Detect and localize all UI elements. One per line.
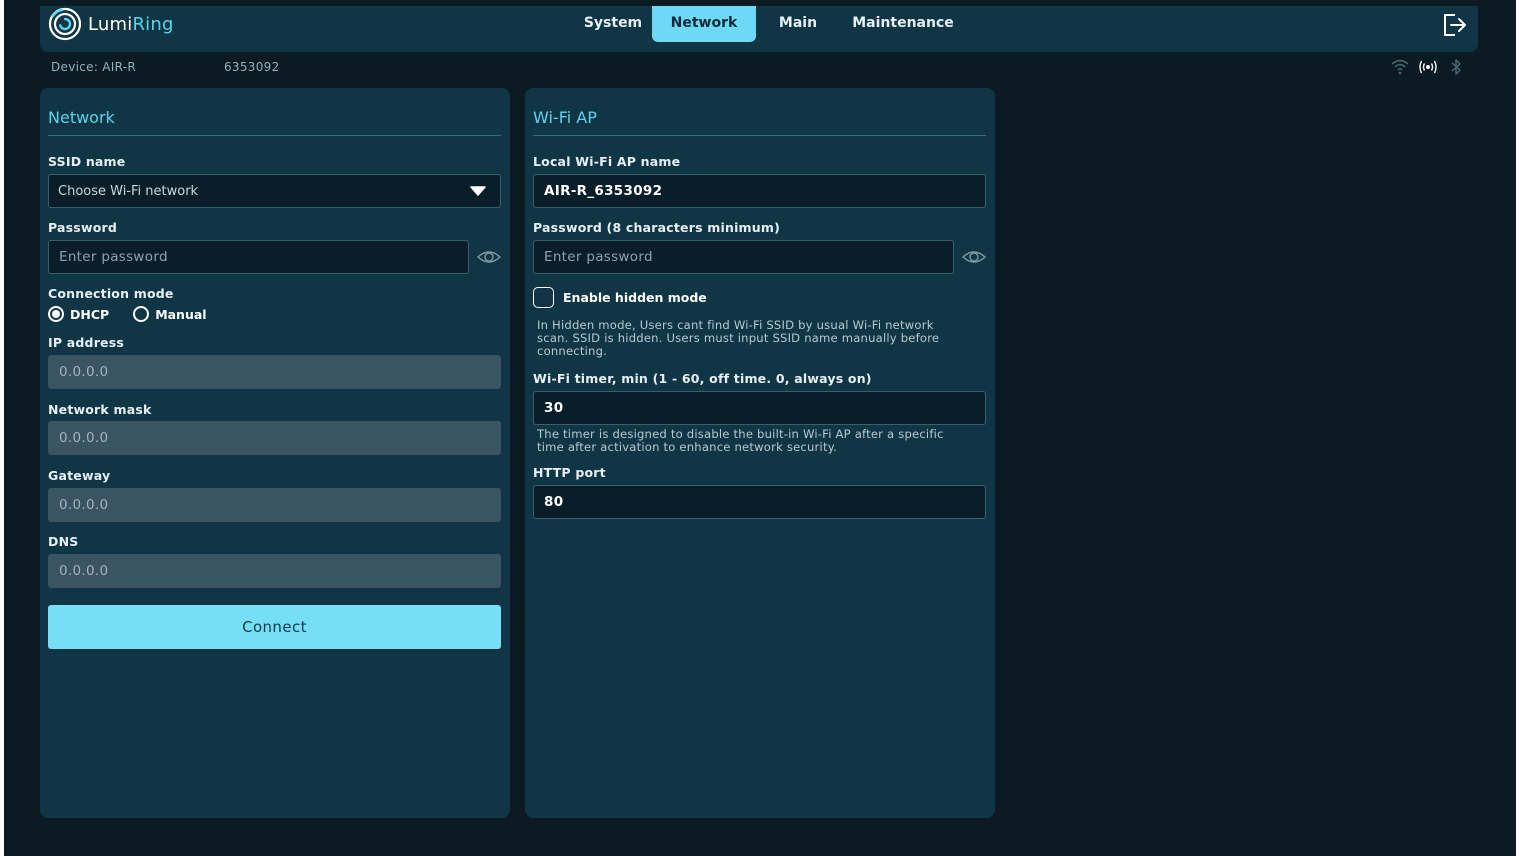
show-password-eye-icon[interactable] <box>476 244 502 270</box>
ip-address-input[interactable] <box>48 355 501 389</box>
password-label: Password <box>48 220 117 235</box>
hidden-mode-help: In Hidden mode, Users cant find Wi-Fi SS… <box>537 319 985 358</box>
ssid-placeholder: Choose Wi-Fi network <box>58 183 199 199</box>
ap-name-input[interactable] <box>533 174 986 208</box>
radio-manual-indicator <box>133 306 150 322</box>
password-input[interactable] <box>48 240 469 274</box>
wifi-ap-panel: Wi-Fi AP Local Wi-Fi AP name Password (8… <box>525 88 995 818</box>
hidden-mode-label: Enable hidden mode <box>563 290 707 305</box>
hidden-mode-help-line-3: connecting. <box>537 344 608 358</box>
radio-manual-label: Manual <box>155 306 207 322</box>
hidden-mode-toggle[interactable]: Enable hidden mode <box>533 287 707 308</box>
show-ap-password-eye-icon[interactable] <box>961 244 987 270</box>
radio-dhcp-indicator <box>48 306 64 322</box>
app-window: LumiRing System Network Main Maintenance… <box>4 0 1516 856</box>
gateway-input[interactable] <box>48 488 501 522</box>
radio-dhcp[interactable]: DHCP <box>48 306 109 322</box>
network-mask-label: Network mask <box>48 402 152 417</box>
ap-password-label: Password (8 characters minimum) <box>533 220 781 235</box>
network-mask-input[interactable] <box>48 421 501 455</box>
dns-input[interactable] <box>48 554 501 588</box>
wifi-timer-help: The timer is designed to disable the bui… <box>537 428 985 454</box>
dns-label: DNS <box>48 534 79 549</box>
tab-main[interactable]: Main <box>762 6 834 42</box>
connection-mode-radios: DHCP Manual <box>48 306 231 322</box>
wifi-ap-panel-title: Wi-Fi AP <box>533 108 986 136</box>
radio-dhcp-label: DHCP <box>70 306 110 322</box>
wifi-icon <box>1391 59 1409 75</box>
ssid-select[interactable]: Choose Wi-Fi network <box>48 174 501 208</box>
wifi-timer-help-line-2: time after activation to enhance network… <box>537 440 837 454</box>
ip-address-label: IP address <box>48 335 125 350</box>
chevron-down-icon <box>470 186 486 196</box>
main-tabs: System Network Main Maintenance <box>40 6 1478 42</box>
bluetooth-icon <box>1451 59 1461 75</box>
wifi-timer-input[interactable] <box>533 391 986 425</box>
tab-maintenance[interactable]: Maintenance <box>844 6 962 42</box>
radio-manual[interactable]: Manual <box>133 306 207 322</box>
broadcast-icon <box>1419 60 1437 74</box>
status-icons <box>1390 58 1466 76</box>
gateway-label: Gateway <box>48 468 111 483</box>
ap-name-label: Local Wi-Fi AP name <box>533 154 681 169</box>
tab-network[interactable]: Network <box>652 6 756 42</box>
network-panel: Network SSID name Choose Wi-Fi network P… <box>40 88 510 818</box>
device-serial: 6353092 <box>224 60 280 74</box>
connection-mode-label: Connection mode <box>48 286 174 301</box>
ap-password-input[interactable] <box>533 240 954 274</box>
http-port-label: HTTP port <box>533 465 606 480</box>
connect-button[interactable]: Connect <box>48 605 501 649</box>
network-panel-title: Network <box>48 108 501 136</box>
hidden-mode-checkbox[interactable] <box>533 287 554 308</box>
logout-icon[interactable] <box>1438 9 1470 41</box>
http-port-input[interactable] <box>533 485 986 519</box>
tab-system[interactable]: System <box>570 6 656 42</box>
device-label: Device: AIR-R <box>51 60 137 74</box>
ssid-label: SSID name <box>48 154 126 169</box>
top-bar: LumiRing System Network Main Maintenance <box>40 6 1478 52</box>
wifi-timer-label: Wi-Fi timer, min (1 - 60, off time. 0, a… <box>533 371 872 386</box>
